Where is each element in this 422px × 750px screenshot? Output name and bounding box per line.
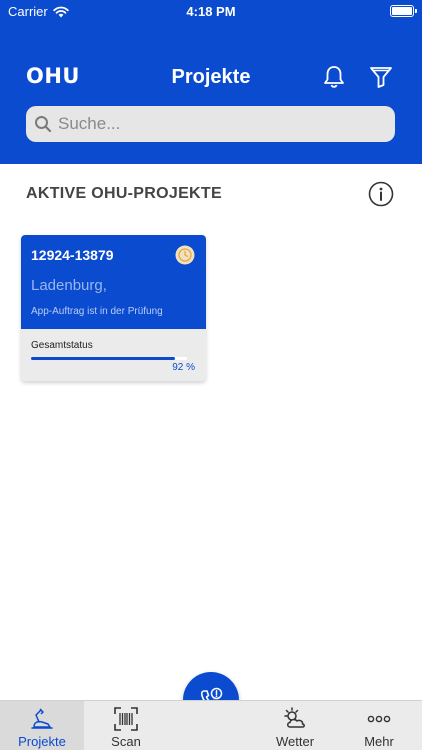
tab-label: Scan [111, 734, 141, 749]
tab-label: Projekte [18, 734, 66, 749]
project-id: 12924-13879 [31, 247, 114, 263]
search-bar[interactable] [26, 106, 395, 142]
project-city: Ladenburg, [31, 277, 107, 294]
tab-mehr[interactable]: Mehr [337, 701, 421, 750]
more-dots-icon [367, 715, 391, 723]
progress-percent: 92 % [172, 362, 195, 373]
tab-bar: Projekte Scan Wetter Mehr [0, 700, 422, 750]
tab-label: Mehr [364, 734, 394, 749]
filter-icon[interactable] [368, 64, 394, 90]
project-status: App-Auftrag ist in der Prüfung [31, 306, 163, 317]
tab-scan[interactable]: Scan [84, 701, 168, 750]
search-icon [35, 116, 52, 133]
overall-status-label: Gesamtstatus [31, 340, 93, 351]
search-input[interactable] [58, 114, 358, 134]
project-card[interactable]: 12924-13879 Ladenburg, App-Auftrag ist i… [21, 235, 206, 381]
tab-projekte[interactable]: Projekte [0, 701, 84, 750]
progress-fill [31, 357, 175, 360]
tab-label: Wetter [275, 734, 315, 749]
weather-cloud-sun-icon [284, 707, 305, 728]
status-time: 4:18 PM [186, 4, 236, 19]
clock-icon [175, 245, 195, 265]
status-bar: Carrier 4:18 PM [0, 0, 422, 24]
progress-bar [31, 357, 187, 360]
battery-icon [390, 5, 417, 17]
page-title: Projekte [171, 66, 251, 88]
project-card-header: 12924-13879 Ladenburg, App-Auftrag ist i… [21, 235, 206, 329]
bell-icon[interactable] [321, 64, 347, 90]
barcode-scan-icon [114, 707, 138, 731]
tab-wetter[interactable]: Wetter [253, 701, 337, 750]
info-icon[interactable] [368, 181, 394, 207]
app-header: OHU Projekte [0, 24, 422, 164]
section-title: AKTIVE OHU-PROJEKTE [26, 185, 222, 202]
excavator-icon [31, 708, 53, 729]
